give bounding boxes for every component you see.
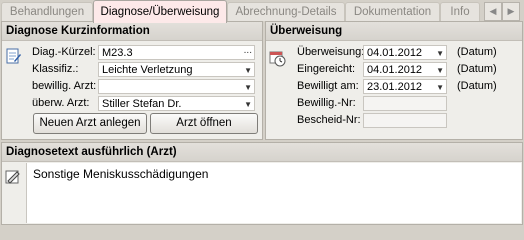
klassifiz-value: Leichte Verletzung bbox=[102, 64, 193, 76]
chevron-down-icon[interactable]: ▼ bbox=[244, 97, 252, 110]
bewilligt-am-date-value: 23.01.2012 bbox=[367, 81, 423, 93]
bewilligt-am-label: Bewilligt am: bbox=[297, 80, 359, 92]
calendar-clock-icon bbox=[269, 51, 286, 67]
ueberweisung-date-value: 04.01.2012 bbox=[367, 47, 423, 59]
diagnosetext-panel-title: Diagnosetext ausführlich (Arzt) bbox=[2, 143, 522, 162]
chevron-down-icon[interactable]: ▼ bbox=[244, 80, 252, 93]
diagnose-panel: Diagnose Kurzinformation Diag.-Kürzel: M… bbox=[1, 21, 263, 140]
diag-kuerzel-value: M23.3 bbox=[102, 47, 133, 59]
ueberweisung-date-label: Überweisung: bbox=[297, 46, 365, 58]
tab-dokumentation[interactable]: Dokumentation bbox=[345, 2, 440, 21]
chevron-down-icon[interactable]: ▼ bbox=[436, 63, 444, 76]
eingereicht-date-picker[interactable]: 04.01.2012 ▼ bbox=[363, 62, 447, 77]
bewillig-arzt-select[interactable]: ▼ bbox=[98, 79, 255, 94]
note-edit-icon bbox=[5, 170, 20, 184]
bescheid-nr-input[interactable] bbox=[363, 113, 447, 128]
tab-behandlungen[interactable]: Behandlungen bbox=[1, 2, 93, 21]
bewilligt-am-date-picker[interactable]: 23.01.2012 ▼ bbox=[363, 79, 447, 94]
ueberw-arzt-value: Stiller Stefan Dr. bbox=[102, 98, 182, 110]
diagnosetext-panel: Diagnosetext ausführlich (Arzt) Sonstige… bbox=[1, 142, 523, 225]
eingereicht-label: Eingereicht: bbox=[297, 63, 356, 75]
ueberweisung-panel: Überweisung Überweisung: 04.01.2012 ▼ (D… bbox=[265, 21, 523, 140]
ueberweisung-date-hint: (Datum) bbox=[457, 46, 497, 58]
klassifiz-label: Klassifiz.: bbox=[32, 63, 79, 75]
tab-scroll-left-icon[interactable]: ◀ bbox=[484, 2, 502, 21]
tab-bar: Behandlungen Diagnose/Überweisung Abrech… bbox=[0, 0, 524, 23]
open-doctor-button[interactable]: Arzt öffnen bbox=[150, 113, 258, 134]
eingereicht-date-hint: (Datum) bbox=[457, 63, 497, 75]
chevron-down-icon[interactable]: ▼ bbox=[436, 46, 444, 59]
tab-diagnose-ueberweisung[interactable]: Diagnose/Überweisung bbox=[93, 0, 227, 23]
diagnosetext-textarea[interactable]: Sonstige Meniskusschädigungen bbox=[26, 163, 521, 223]
tab-abrechnung-details[interactable]: Abrechnung-Details bbox=[227, 2, 345, 21]
tab-scroll-right-icon[interactable]: ▶ bbox=[502, 2, 520, 21]
ueberweisung-date-picker[interactable]: 04.01.2012 ▼ bbox=[363, 45, 447, 60]
diag-kuerzel-browse-button[interactable]: ... bbox=[244, 46, 252, 58]
chevron-down-icon[interactable]: ▼ bbox=[436, 80, 444, 93]
eingereicht-date-value: 04.01.2012 bbox=[367, 64, 423, 76]
diag-kuerzel-input[interactable]: M23.3 ... bbox=[98, 45, 255, 60]
bewillig-arzt-label: bewillig. Arzt: bbox=[32, 80, 97, 92]
klassifiz-select[interactable]: Leichte Verletzung ▼ bbox=[98, 62, 255, 77]
tab-info[interactable]: Info bbox=[440, 2, 480, 21]
bewilligt-am-date-hint: (Datum) bbox=[457, 80, 497, 92]
bewillig-nr-input[interactable] bbox=[363, 96, 447, 111]
diagnose-panel-title: Diagnose Kurzinformation bbox=[2, 22, 262, 41]
chevron-down-icon[interactable]: ▼ bbox=[244, 63, 252, 76]
edit-document-icon bbox=[6, 48, 21, 64]
diag-kuerzel-label: Diag.-Kürzel: bbox=[32, 46, 96, 58]
bewillig-nr-label: Bewillig.-Nr: bbox=[297, 97, 356, 109]
new-doctor-button[interactable]: Neuen Arzt anlegen bbox=[33, 113, 147, 134]
ueberweisung-panel-title: Überweisung bbox=[266, 22, 522, 41]
ueberw-arzt-label: überw. Arzt: bbox=[32, 97, 90, 109]
bescheid-nr-label: Bescheid-Nr: bbox=[297, 114, 361, 126]
ueberw-arzt-select[interactable]: Stiller Stefan Dr. ▼ bbox=[98, 96, 255, 111]
diagnosetext-value: Sonstige Meniskusschädigungen bbox=[33, 167, 209, 181]
